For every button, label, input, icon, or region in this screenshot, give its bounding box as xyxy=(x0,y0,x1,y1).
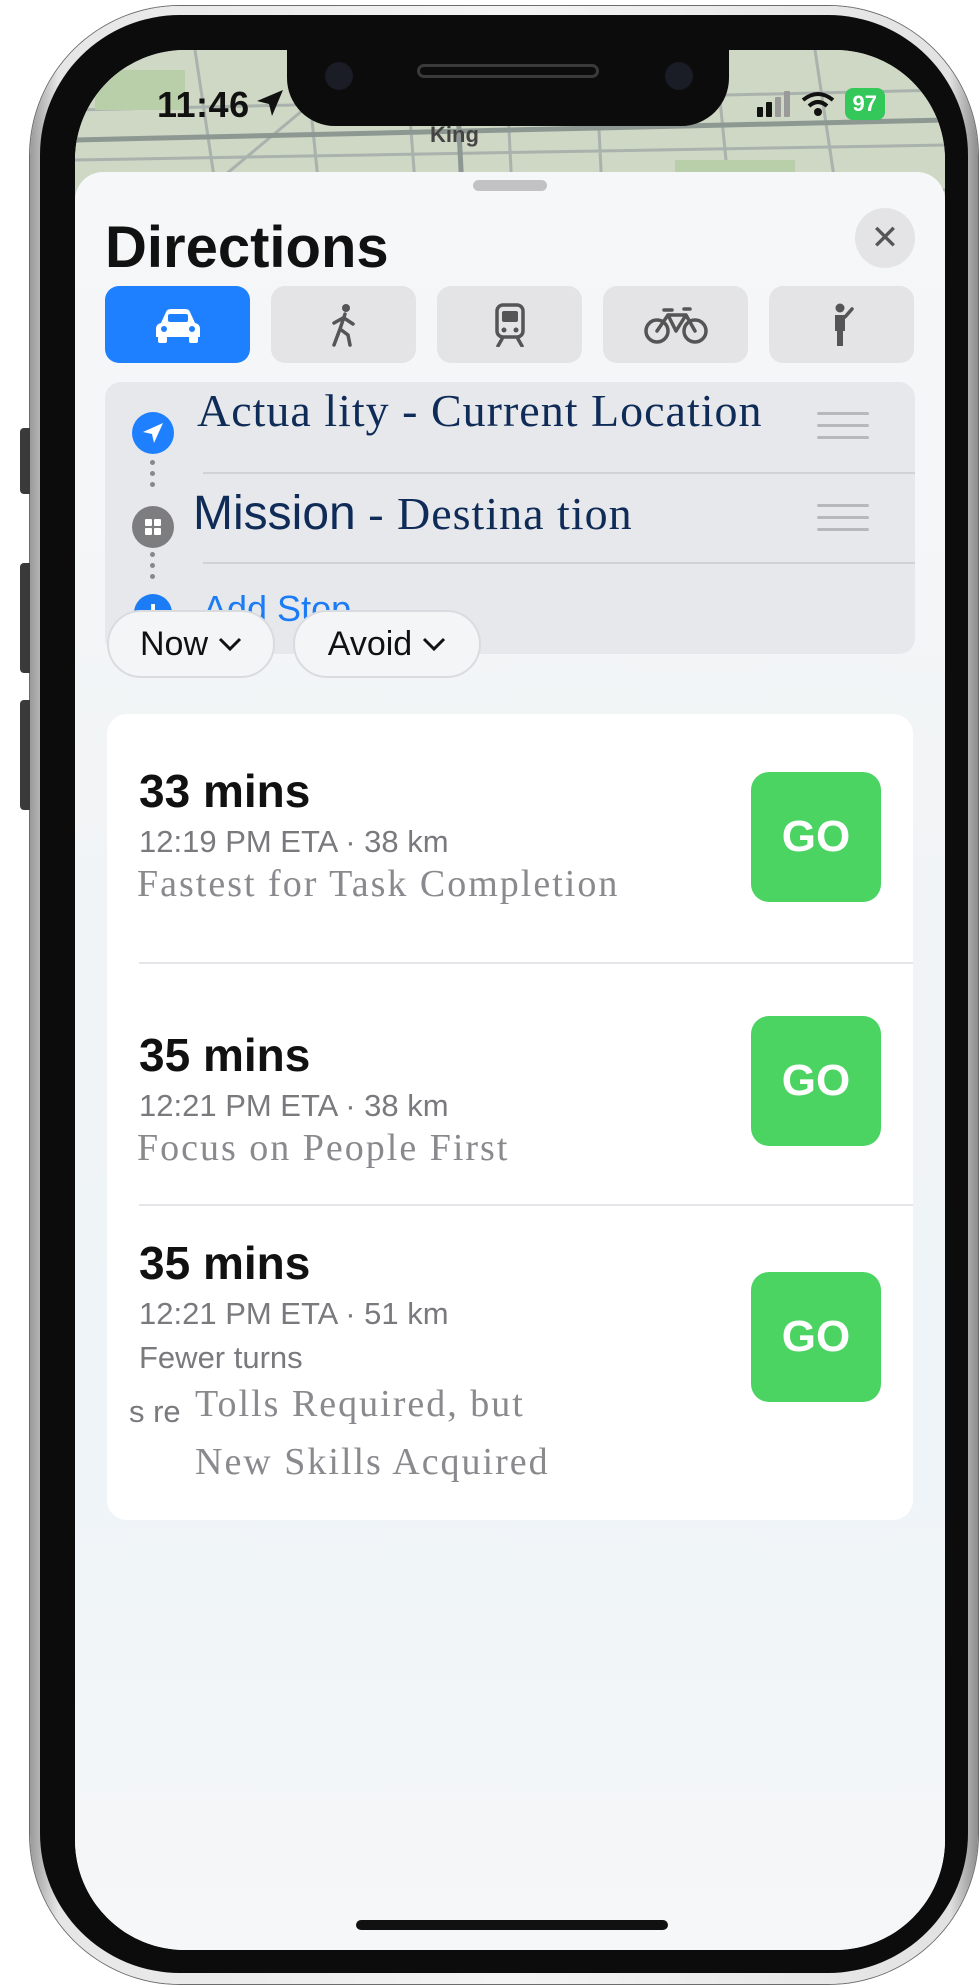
home-indicator[interactable] xyxy=(356,1920,668,1930)
route-eta: 12:21 PM ETA · 51 km xyxy=(139,1296,449,1331)
sheet-grabber[interactable] xyxy=(473,180,547,191)
earpiece-speaker xyxy=(417,64,599,78)
destination-field[interactable]: Mission - Destina tion xyxy=(193,486,633,541)
route-note: Focus on People First xyxy=(137,1127,510,1169)
go-button[interactable]: GO xyxy=(751,772,881,902)
stop-divider xyxy=(203,472,915,474)
destination-name: Mission xyxy=(193,487,356,540)
origin-reorder-handle[interactable] xyxy=(817,412,869,448)
screen: King 11:46 97 Directions ✕ Actua lity - … xyxy=(75,50,945,1950)
time-filter-label: Now xyxy=(139,624,209,663)
rideshare-icon xyxy=(834,303,854,346)
mute-switch xyxy=(20,428,30,494)
connector-dots xyxy=(150,552,156,585)
go-button[interactable]: GO xyxy=(751,1272,881,1402)
route-duration: 33 mins xyxy=(139,765,311,817)
chevron-down-icon xyxy=(218,637,242,651)
destination-label: - Destina tion xyxy=(355,488,633,539)
car-icon xyxy=(155,308,200,343)
route-note-tolls-line1: Tolls Required, but xyxy=(195,1383,525,1425)
current-location-icon xyxy=(132,412,174,454)
destination-reorder-handle[interactable] xyxy=(817,504,869,540)
route-eta: 12:21 PM ETA · 38 km xyxy=(139,1088,449,1123)
close-button[interactable]: ✕ xyxy=(855,208,915,268)
avoid-filter-button[interactable]: Avoid xyxy=(293,610,481,678)
route-note-fewer-turns: Fewer turns xyxy=(139,1340,303,1375)
bike-icon xyxy=(643,306,708,344)
chevron-down-icon xyxy=(423,637,446,651)
status-time: 11:46 xyxy=(157,84,250,125)
routes-list: 33 mins 12:19 PM ETA · 38 km Fastest for… xyxy=(107,714,913,1520)
route-duration: 35 mins xyxy=(139,1237,311,1289)
mode-cycle-button[interactable] xyxy=(603,286,748,363)
avoid-filter-label: Avoid xyxy=(327,624,413,663)
status-indicators: 97 xyxy=(756,88,885,120)
transit-icon xyxy=(494,302,525,347)
route-divider xyxy=(139,962,913,964)
sensor xyxy=(665,62,693,90)
transport-mode-selector xyxy=(105,286,914,363)
route-note-tolls-line2: New Skills Acquired xyxy=(195,1441,550,1483)
volume-down-button xyxy=(20,700,30,810)
time-filter-button[interactable]: Now xyxy=(107,610,275,678)
stop-divider xyxy=(203,562,915,564)
destination-icon xyxy=(132,506,174,548)
battery-indicator: 97 xyxy=(844,88,885,120)
mode-drive-button[interactable] xyxy=(105,286,250,363)
wifi-icon xyxy=(801,92,834,116)
go-button[interactable]: GO xyxy=(751,1016,881,1146)
notch xyxy=(287,50,729,126)
connector-dots xyxy=(150,460,156,493)
location-arrow-icon xyxy=(257,90,283,116)
route-note-fragment: s re xyxy=(129,1394,181,1429)
mode-walk-button[interactable] xyxy=(271,286,416,363)
walk-icon xyxy=(331,303,355,347)
cellular-signal-icon xyxy=(756,91,790,117)
volume-up-button xyxy=(20,563,30,673)
front-camera xyxy=(325,62,353,90)
route-duration: 35 mins xyxy=(139,1029,311,1081)
route-note: Fastest for Task Completion xyxy=(137,863,620,905)
sheet-title: Directions xyxy=(105,215,389,280)
route-eta: 12:19 PM ETA · 38 km xyxy=(139,824,449,859)
mode-transit-button[interactable] xyxy=(437,286,582,363)
mode-rideshare-button[interactable] xyxy=(769,286,914,363)
origin-field[interactable]: Actua lity - Current Location xyxy=(197,384,763,437)
route-divider xyxy=(139,1204,913,1206)
close-icon: ✕ xyxy=(870,219,900,257)
